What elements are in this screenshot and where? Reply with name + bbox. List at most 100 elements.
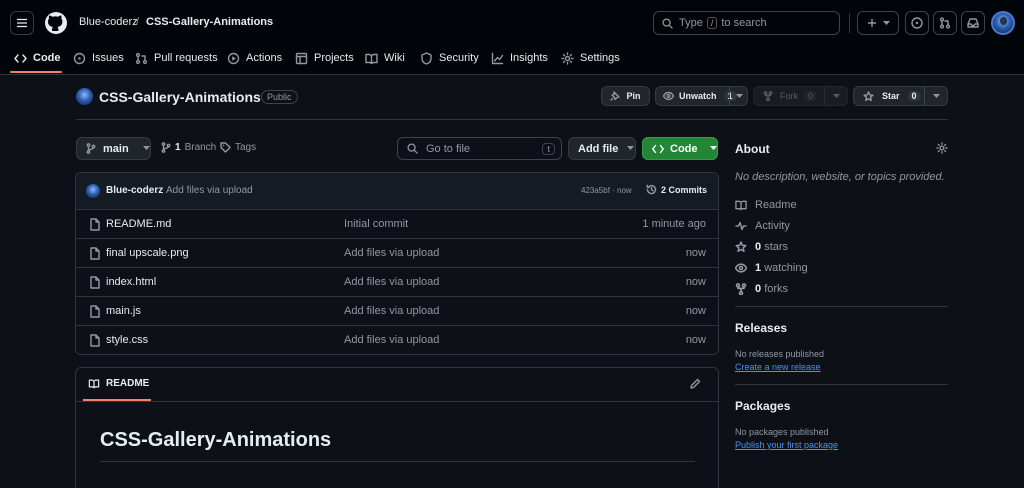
owner-link[interactable]: Blue-coderz	[79, 16, 138, 28]
table-row[interactable]: main.js Add files via upload now	[76, 296, 718, 325]
inbox-button[interactable]	[961, 11, 985, 35]
commits-link[interactable]: 2 Commits	[646, 184, 707, 195]
code-button[interactable]: Code	[642, 137, 718, 160]
fork-icon	[735, 283, 747, 295]
search-icon	[662, 17, 673, 29]
chevron-down-icon	[736, 94, 743, 98]
about-description: No description, website, or topics provi…	[735, 171, 945, 183]
watching-count: 1	[755, 262, 762, 274]
tab-security[interactable]: Security	[420, 44, 479, 72]
tags-link[interactable]: Tags	[220, 142, 256, 153]
create-new-button[interactable]	[857, 11, 899, 35]
forks-link[interactable]: 0 forks	[735, 283, 788, 295]
commits-label: 2 Commits	[661, 184, 708, 195]
file-name[interactable]: final upscale.png	[106, 247, 189, 259]
avatar[interactable]	[991, 11, 1015, 35]
activity-link[interactable]: Activity	[735, 220, 790, 232]
fork-icon	[763, 91, 773, 101]
readme-heading-rule	[100, 461, 695, 462]
unwatch-button[interactable]: Unwatch 1	[655, 86, 748, 106]
repo-link[interactable]: CSS-Gallery-Animations	[146, 16, 273, 28]
branch-select[interactable]: main	[76, 137, 151, 160]
title-divider	[76, 119, 948, 120]
packages-title[interactable]: Packages	[735, 399, 790, 413]
file-commit-message[interactable]: Add files via upload	[344, 334, 439, 346]
file-name[interactable]: README.md	[106, 218, 171, 230]
breadcrumb-separator: /	[136, 16, 140, 28]
global-header: Blue-coderz / CSS-Gallery-Animations Typ…	[0, 0, 1024, 75]
tab-settings-label: Settings	[580, 52, 620, 64]
plus-icon	[867, 19, 876, 27]
pencil-icon	[690, 378, 701, 389]
repo-title[interactable]: CSS-Gallery-Animations	[99, 89, 261, 105]
book-icon	[365, 53, 378, 64]
file-commit-message[interactable]: Add files via upload	[344, 276, 439, 288]
hamburger-icon	[17, 18, 27, 28]
tab-actions[interactable]: Actions	[227, 44, 282, 72]
file-icon	[90, 305, 100, 318]
file-name[interactable]: style.css	[106, 334, 148, 346]
stars-link[interactable]: 0 stars	[735, 241, 788, 253]
branch-count: 1	[175, 142, 181, 153]
edit-readme-button[interactable]	[690, 378, 701, 389]
tab-issues[interactable]: Issues	[73, 44, 124, 72]
commit-author[interactable]: Blue-coderz	[106, 185, 163, 196]
file-commit-message[interactable]: Initial commit	[344, 218, 408, 230]
issues-button[interactable]	[905, 11, 929, 35]
forks-label: forks	[764, 283, 789, 295]
visibility-badge: Public	[261, 90, 298, 104]
table-row[interactable]: final upscale.png Add files via upload n…	[76, 238, 718, 267]
tab-pull-requests-label: Pull requests	[154, 52, 218, 64]
tab-settings[interactable]: Settings	[561, 44, 620, 72]
table-row[interactable]: README.md Initial commit 1 minute ago	[76, 209, 718, 238]
readme-link[interactable]: Readme	[735, 199, 797, 211]
tab-insights[interactable]: Insights	[491, 44, 548, 72]
packages-empty-text: No packages published	[735, 427, 829, 437]
book-icon	[735, 200, 747, 211]
pull-requests-button[interactable]	[933, 11, 957, 35]
create-release-link[interactable]: Create a new release	[735, 362, 821, 372]
add-file-button[interactable]: Add file	[568, 137, 636, 160]
pin-icon	[610, 91, 621, 101]
chevron-down-icon	[933, 94, 940, 98]
file-name[interactable]: main.js	[106, 305, 141, 317]
about-title: About	[735, 142, 770, 156]
tab-projects[interactable]: Projects	[295, 44, 354, 72]
commit-hash-time[interactable]: 423a5bf · now	[581, 186, 632, 195]
fork-button[interactable]: Fork 0	[753, 86, 848, 106]
readme-header-divider	[76, 401, 718, 402]
tab-wiki[interactable]: Wiki	[365, 44, 405, 72]
branches-link[interactable]: 1 Branch	[161, 142, 216, 153]
file-time: now	[685, 247, 706, 259]
go-to-file-input[interactable]: Go to file t	[397, 137, 562, 160]
about-settings-button[interactable]	[936, 142, 948, 154]
tab-projects-label: Projects	[314, 52, 354, 64]
file-commit-message[interactable]: Add files via upload	[344, 305, 439, 317]
search-input[interactable]: Type / to search	[653, 11, 840, 35]
branch-name: main	[103, 142, 129, 155]
tab-pull-requests[interactable]: Pull requests	[135, 44, 218, 72]
file-name[interactable]: index.html	[106, 276, 156, 288]
table-row[interactable]: index.html Add files via upload now	[76, 267, 718, 296]
star-button[interactable]: Star 0	[853, 86, 948, 106]
chevron-down-icon	[142, 146, 150, 150]
file-commit-message[interactable]: Add files via upload	[344, 247, 439, 259]
table-row[interactable]: style.css Add files via upload now	[76, 325, 718, 354]
watching-link[interactable]: 1 watching	[735, 262, 808, 274]
publish-package-link[interactable]: Publish your first package	[735, 440, 838, 450]
releases-title[interactable]: Releases	[735, 321, 787, 335]
commit-message[interactable]: Add files via upload	[166, 185, 253, 196]
tab-issues-label: Issues	[92, 52, 124, 64]
readme-tab[interactable]: README	[88, 378, 149, 389]
tab-code[interactable]: Code	[14, 44, 61, 72]
file-time: 1 minute ago	[642, 218, 706, 230]
menu-button[interactable]	[10, 11, 34, 35]
star-count: 0	[907, 91, 921, 101]
code-button-label: Code	[670, 142, 698, 155]
issue-icon	[911, 17, 923, 29]
pin-button[interactable]: Pin	[601, 86, 650, 106]
github-logo-icon[interactable]	[44, 11, 68, 35]
activity-link-label: Activity	[755, 220, 790, 232]
readme-heading: CSS-Gallery-Animations	[100, 429, 332, 451]
star-label: Star	[882, 91, 900, 101]
